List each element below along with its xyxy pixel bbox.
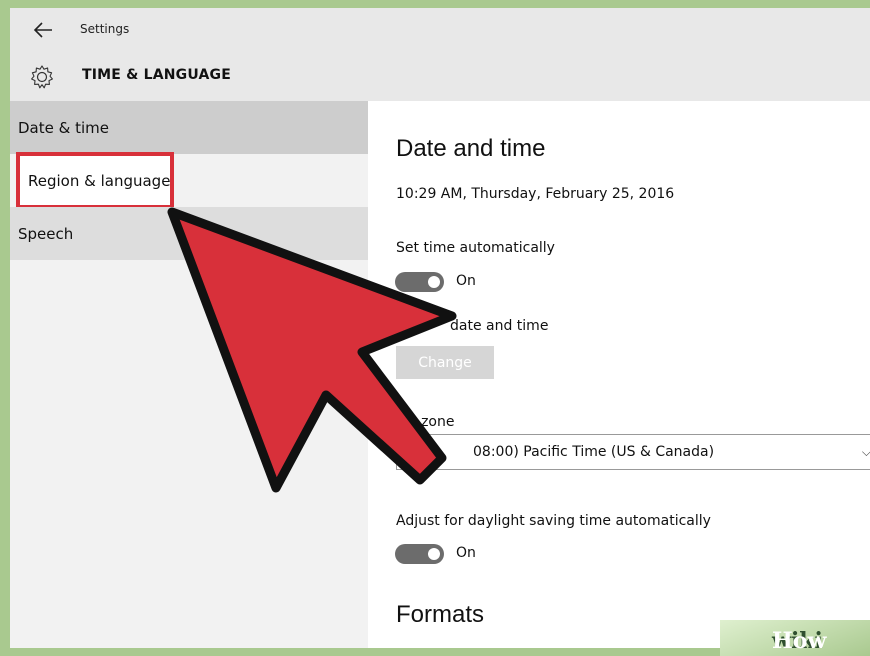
back-arrow-icon[interactable] <box>32 20 54 40</box>
formats-heading: Formats <box>396 601 485 628</box>
gear-icon <box>31 65 53 89</box>
dst-toggle[interactable] <box>395 544 444 564</box>
dst-label: Adjust for daylight saving time automati… <box>396 513 711 529</box>
current-datetime: 10:29 AM, Thursday, February 25, 2016 <box>396 186 675 202</box>
set-time-auto-toggle[interactable] <box>395 272 444 292</box>
sidebar-item-label: Speech <box>18 224 74 243</box>
set-time-auto-state: On <box>456 273 476 289</box>
toggle-knob <box>428 548 440 560</box>
change-button[interactable]: Change <box>396 346 494 379</box>
sidebar: Date & time Region & language Speech <box>10 101 368 648</box>
chevron-down-icon: ⌵ <box>861 445 870 459</box>
title-bar: Settings TIME & LANGUAGE <box>10 8 870 101</box>
set-time-auto-label: Set time automatically <box>396 240 555 256</box>
sidebar-item-region-language[interactable]: Region & language <box>10 154 368 207</box>
sidebar-item-speech[interactable]: Speech <box>10 207 368 260</box>
settings-window: Settings TIME & LANGUAGE Date & time Reg… <box>10 8 870 648</box>
app-title: Settings <box>80 22 130 36</box>
time-zone-dropdown[interactable]: 08:00) Pacific Time (US & Canada) ⌵ <box>396 434 870 470</box>
sidebar-item-date-time[interactable]: Date & time <box>10 101 368 154</box>
page-title: Date and time <box>396 135 546 162</box>
main-content: Date and time 10:29 AM, Thursday, Februa… <box>368 101 870 648</box>
sidebar-item-label: Region & language <box>28 171 171 190</box>
change-date-label: date and time <box>450 318 549 334</box>
time-zone-label: e zone <box>408 414 455 430</box>
section-title: TIME & LANGUAGE <box>82 67 232 83</box>
sidebar-item-label: Date & time <box>18 118 109 137</box>
time-zone-value: 08:00) Pacific Time (US & Canada) <box>473 444 715 460</box>
watermark-how: How <box>772 628 827 654</box>
toggle-knob <box>428 276 440 288</box>
wikihow-watermark: wiki How <box>720 620 870 656</box>
dst-state: On <box>456 545 476 561</box>
